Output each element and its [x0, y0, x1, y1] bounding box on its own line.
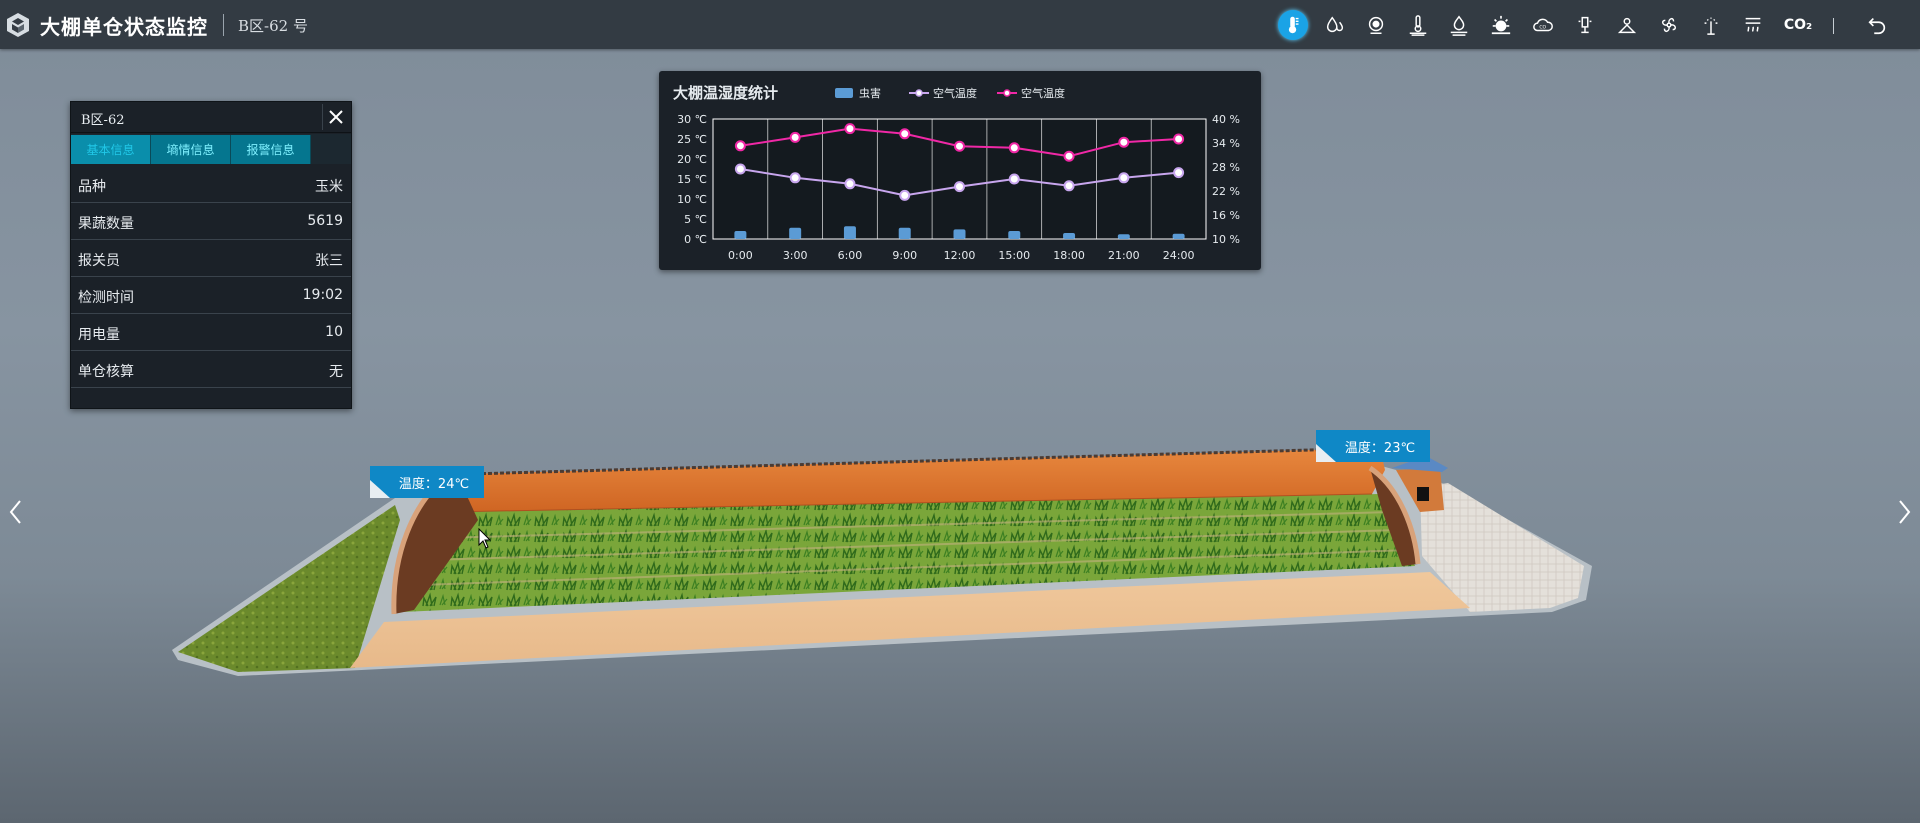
series-point-2	[1173, 133, 1185, 145]
temperature-tag-right-label: 温度：23℃	[1344, 440, 1416, 456]
info-value: 张三	[315, 253, 343, 269]
prev-arrow-icon[interactable]	[6, 497, 26, 527]
series-point-1	[954, 181, 965, 193]
y-left-tick-label: 5 ℃	[684, 213, 707, 226]
info-value: 19:02	[302, 287, 343, 303]
series-point-2	[789, 131, 801, 143]
series-point-1	[789, 172, 801, 184]
tab-alarm-info[interactable]: 报警信息	[231, 135, 311, 164]
series-point-1	[844, 178, 856, 190]
x-tick-label: 0:00	[728, 249, 753, 262]
y-right-tick-label: 22 %	[1212, 185, 1240, 198]
x-tick-label: 18:00	[1053, 249, 1085, 262]
info-row-count: 果蔬数量 5619	[71, 203, 351, 240]
info-key: 检测时间	[78, 290, 134, 306]
bar-pest	[734, 231, 747, 239]
series-point-1	[1008, 173, 1020, 185]
series-point-1	[899, 189, 911, 201]
bar-pest	[1063, 233, 1076, 239]
series-point-2	[1008, 142, 1020, 154]
info-key: 报关员	[78, 253, 120, 269]
x-tick-label: 15:00	[998, 249, 1030, 262]
info-key: 用电量	[78, 327, 120, 343]
tab-moisture-info[interactable]: 墒情信息	[151, 135, 231, 164]
y-left-tick-label: 0 ℃	[684, 233, 707, 246]
bar-pest	[1117, 234, 1130, 239]
series-point-1	[1118, 172, 1130, 184]
tab-moisture-info-label: 墒情信息	[166, 143, 215, 157]
panel-title: B区-62	[81, 113, 125, 128]
info-value: 10	[325, 324, 343, 340]
x-tick-label: 24:00	[1163, 249, 1195, 262]
y-right-tick-label: 10 %	[1212, 233, 1240, 246]
info-row-accounting: 单仓核算 无	[71, 351, 351, 388]
y-left-tick-label: 10 ℃	[677, 193, 707, 206]
bar-pest	[1008, 231, 1021, 239]
series-point-2	[1063, 150, 1075, 162]
y-left-tick-label: 30 ℃	[677, 113, 707, 126]
x-tick-label: 9:00	[892, 249, 917, 262]
info-value: 无	[329, 364, 343, 380]
y-right-tick-label: 34 %	[1212, 137, 1240, 150]
info-key: 果蔬数量	[78, 216, 134, 232]
y-left-tick-label: 25 ℃	[677, 133, 707, 146]
x-tick-label: 6:00	[838, 249, 863, 262]
y-right-tick-label: 40 %	[1212, 113, 1240, 126]
info-row-operator: 报关员 张三	[71, 240, 351, 277]
temperature-tag-left[interactable]: 温度：24℃	[370, 466, 484, 498]
chart-plot: 30 ℃ 25 ℃ 20 ℃ 15 ℃ 10 ℃ 5 ℃ 0 ℃ 40 % 34 % 28 % 22…	[677, 113, 1240, 262]
series-point-1	[734, 163, 746, 175]
bar-pest	[898, 227, 911, 239]
next-arrow-icon[interactable]	[1894, 497, 1914, 527]
series-point-2	[899, 128, 911, 140]
chart-panel: 大棚温湿度统计 虫害 空气温度 空气温度 30 ℃ 25 ℃ 20 ℃ 15 ℃ 10 …	[659, 71, 1261, 270]
x-tick-label: 12:00	[944, 249, 976, 262]
info-rows: 品种 玉米 果蔬数量 5619 报关员 张三 检测时间 19:02 用电量 10 单仓核算…	[71, 166, 351, 388]
tab-alarm-info-label: 报警信息	[246, 143, 295, 157]
series-point-2	[954, 140, 965, 152]
series-point-1	[1063, 180, 1075, 192]
y-right-tick-label: 16 %	[1212, 209, 1240, 222]
close-icon	[329, 110, 343, 124]
mouse-cursor-icon	[478, 528, 492, 549]
y-right-tick-label: 28 %	[1212, 161, 1240, 174]
plot-frame	[712, 118, 1207, 240]
bar-pest	[953, 229, 966, 239]
temperature-tag-right[interactable]: 温度：23℃	[1316, 430, 1430, 462]
series-point-2	[734, 140, 746, 152]
info-value: 玉米	[315, 179, 343, 195]
info-key: 品种	[78, 179, 106, 195]
info-row-power: 用电量 10	[71, 314, 351, 351]
info-row-check-time: 检测时间 19:02	[71, 277, 351, 314]
info-panel: B区-62 基本信息 墒情信息 报警信息 品种 玉米 果蔬数量 5619 报关员 张三…	[70, 101, 352, 409]
temperature-tag-left-label: 温度：24℃	[398, 476, 470, 492]
y-left-tick-label: 15 ℃	[677, 173, 707, 186]
series-point-2	[1118, 136, 1130, 148]
x-tick-label: 3:00	[783, 249, 808, 262]
tab-basic-info[interactable]: 基本信息	[71, 135, 151, 164]
series-point-2	[844, 123, 856, 135]
info-value: 5619	[307, 213, 343, 229]
info-row-variety: 品种 玉米	[71, 166, 351, 203]
bar-pest	[789, 227, 802, 239]
panel-tabs: 基本信息 墒情信息 报警信息	[71, 134, 351, 164]
x-tick-label: 21:00	[1108, 249, 1140, 262]
close-button[interactable]	[322, 104, 349, 130]
y-left-tick-label: 20 ℃	[677, 153, 707, 166]
series-point-1	[1173, 167, 1185, 179]
tab-basic-info-label: 基本信息	[86, 143, 135, 157]
bar-pest	[1172, 233, 1185, 239]
bar-pest	[843, 226, 856, 239]
panel-header: B区-62	[71, 102, 351, 133]
info-key: 单仓核算	[78, 364, 134, 380]
